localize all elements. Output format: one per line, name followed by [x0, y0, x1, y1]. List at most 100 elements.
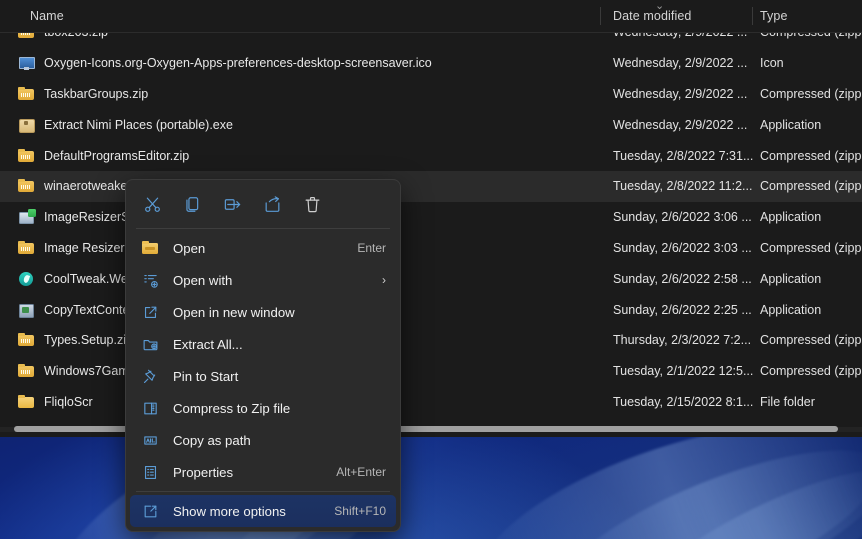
copy-icon[interactable] [172, 187, 212, 221]
context-menu[interactable]: Open Enter Open with › Open in new window Ext… [125, 179, 401, 532]
file-name-cell[interactable]: Image Resizer E [18, 240, 136, 256]
delete-icon[interactable] [292, 187, 332, 221]
context-menu-separator [136, 228, 390, 229]
context-menu-item-label: Open [173, 240, 206, 256]
pin-icon [140, 367, 160, 385]
image-app-icon [18, 209, 36, 225]
file-name-cell[interactable]: FliqloScr [18, 394, 93, 410]
zip-folder-icon [18, 86, 35, 102]
file-name-label: CoolTweak.Web [44, 271, 135, 286]
compress-zip-icon [140, 399, 160, 417]
file-type-cell: File folder [760, 394, 815, 409]
file-name-cell[interactable]: Types.Setup.zip [18, 332, 133, 348]
file-name-cell[interactable]: ImageResizerSet [18, 209, 140, 225]
column-header-name[interactable]: Name [30, 0, 64, 32]
file-type-cell: Compressed (zipp.. [760, 364, 862, 379]
file-date-cell: Tuesday, 2/8/2022 7:31... [613, 148, 754, 163]
table-row[interactable]: Extract Nimi Places (portable).exe Wednes… [0, 109, 862, 140]
file-date-cell: Wednesday, 2/9/2022 ... [613, 117, 748, 132]
table-row[interactable]: TaskbarGroups.zip Wednesday, 2/9/2022 ...… [0, 79, 862, 110]
file-name-label: tbox203.zip [44, 33, 108, 39]
file-date-cell: Tuesday, 2/8/2022 11:2... [613, 179, 753, 194]
context-menu-separator [136, 491, 390, 492]
file-date-cell: Wednesday, 2/9/2022 ... [613, 56, 748, 71]
zip-folder-icon [18, 178, 35, 194]
file-name-cell[interactable]: DefaultProgramsEditor.zip [18, 148, 189, 164]
table-row[interactable]: DefaultProgramsEditor.zip Tuesday, 2/8/20… [0, 140, 862, 171]
context-menu-item-copy-as-path[interactable]: Copy as path [130, 424, 396, 456]
zip-folder-icon [18, 148, 35, 164]
file-name-cell[interactable]: winaerotweaker [18, 178, 132, 194]
table-row[interactable]: Oxygen-Icons.org-Oxygen-Apps-preferences… [0, 48, 862, 79]
file-type-cell: Compressed (zipp.. [760, 148, 862, 163]
context-menu-item-open-with[interactable]: Open with › [130, 264, 396, 296]
open-with-icon [140, 271, 160, 289]
context-menu-item-label: Show more options [173, 503, 286, 519]
zip-folder-icon [18, 240, 35, 256]
context-menu-item-shortcut: Enter [357, 241, 386, 255]
properties-icon [140, 463, 160, 481]
file-name-label: winaerotweaker [44, 179, 132, 194]
file-name-cell[interactable]: Windows7Game [18, 363, 136, 379]
file-name-cell[interactable]: CopyTextConter [18, 302, 134, 318]
column-header-type[interactable]: Type [760, 0, 788, 32]
context-menu-item-open[interactable]: Open Enter [130, 232, 396, 264]
context-menu-item-label: Pin to Start [173, 368, 239, 384]
column-header-name-label: Name [30, 9, 64, 23]
file-type-cell: Compressed (zipp.. [760, 179, 862, 194]
share-icon[interactable] [252, 187, 292, 221]
file-name-label: TaskbarGroups.zip [44, 86, 149, 101]
file-name-label: Image Resizer E [44, 240, 137, 255]
file-name-label: Types.Setup.zip [44, 333, 133, 348]
file-name-cell[interactable]: TaskbarGroups.zip [18, 86, 148, 102]
column-header-date-modified-label: Date modified [613, 9, 692, 23]
context-menu-item-open-in-new-window[interactable]: Open in new window [130, 296, 396, 328]
column-header-type-label: Type [760, 9, 788, 23]
copy-path-icon [140, 431, 160, 449]
context-menu-item-label: Open with [173, 272, 233, 288]
folder-icon [18, 394, 35, 410]
file-type-cell: Compressed (zipp.. [760, 333, 862, 348]
open-folder-icon [140, 239, 160, 257]
show-more-icon [140, 502, 160, 520]
file-type-cell: Compressed (zipp.. [760, 33, 862, 39]
file-name-label: Oxygen-Icons.org-Oxygen-Apps-preferences… [44, 56, 432, 71]
context-menu-item-shortcut: Alt+Enter [336, 465, 386, 479]
context-menu-item-label: Open in new window [173, 304, 295, 320]
file-name-cell[interactable]: Extract Nimi Places (portable).exe [18, 117, 233, 133]
file-type-cell: Icon [760, 56, 784, 71]
chevron-up-icon: ⌄ [655, 0, 665, 12]
file-date-cell: Wednesday, 2/9/2022 ... [613, 86, 748, 101]
file-date-cell: Sunday, 2/6/2022 2:25 ... [613, 302, 752, 317]
file-name-label: CopyTextConter [44, 302, 134, 317]
file-type-cell: Compressed (zipp.. [760, 240, 862, 255]
context-menu-item-properties[interactable]: Properties Alt+Enter [130, 456, 396, 488]
context-menu-items: Open Enter Open with › Open in new window Ext… [126, 232, 400, 527]
file-type-cell: Application [760, 271, 822, 286]
context-menu-item-label: Copy as path [173, 432, 251, 448]
monitor-icon [18, 55, 35, 71]
context-menu-item-compress-to-zip-file[interactable]: Compress to Zip file [130, 392, 396, 424]
copy-text-icon [18, 302, 35, 318]
cut-icon[interactable] [132, 187, 172, 221]
rename-icon[interactable] [212, 187, 252, 221]
file-type-cell: Application [760, 210, 822, 225]
file-name-cell[interactable]: Oxygen-Icons.org-Oxygen-Apps-preferences… [18, 55, 432, 71]
context-menu-item-show-more-options[interactable]: Show more options Shift+F10 [130, 495, 396, 527]
file-name-cell[interactable]: CoolTweak.Web [18, 271, 135, 287]
file-date-cell: Wednesday, 2/9/2022 ... [613, 33, 747, 39]
file-date-cell: Sunday, 2/6/2022 2:58 ... [613, 271, 752, 286]
file-name-cell[interactable]: tbox203.zip [18, 33, 108, 40]
file-name-label: DefaultProgramsEditor.zip [44, 148, 190, 163]
zip-folder-icon [18, 332, 35, 348]
column-header-date-modified[interactable]: ⌄ Date modified [613, 0, 691, 32]
chevron-right-icon: › [382, 273, 386, 287]
table-row[interactable]: tbox203.zip Wednesday, 2/9/2022 ... Compre… [0, 33, 862, 48]
header-divider [752, 7, 753, 25]
column-header-bar: Name ⌄ Date modified Type [0, 0, 862, 33]
context-menu-item-label: Extract All... [173, 336, 243, 352]
zip-folder-icon [18, 33, 35, 40]
context-menu-item-extract-all[interactable]: Extract All... [130, 328, 396, 360]
context-menu-item-label: Properties [173, 464, 234, 480]
context-menu-item-pin-to-start[interactable]: Pin to Start [130, 360, 396, 392]
